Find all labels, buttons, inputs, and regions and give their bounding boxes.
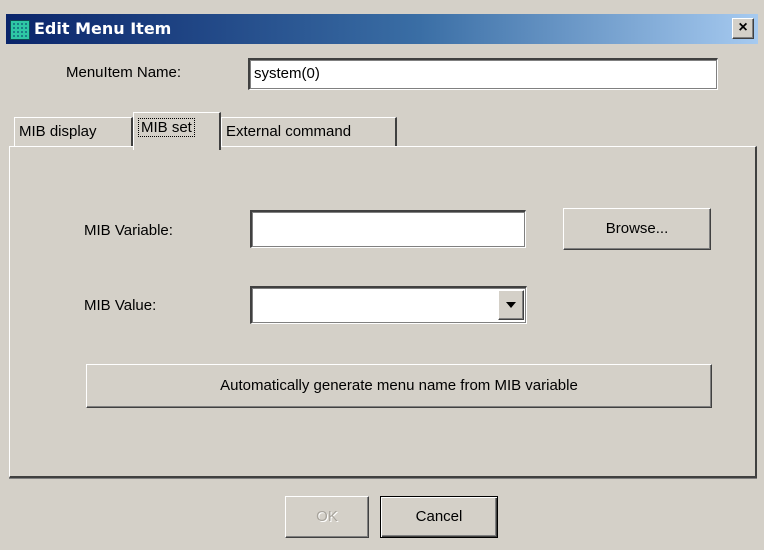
ok-button[interactable]: OK	[285, 496, 369, 538]
edit-menu-item-dialog: Edit Menu Item × MenuItem Name: system(0…	[0, 0, 764, 550]
tab-external-command-label: External command	[226, 123, 352, 140]
title-bar[interactable]: Edit Menu Item ×	[6, 14, 758, 44]
mib-value-dropdown-button[interactable]	[498, 290, 524, 320]
menu-item-name-label: MenuItem Name:	[66, 64, 182, 81]
window-title: Edit Menu Item	[34, 19, 172, 38]
cancel-button[interactable]: Cancel	[380, 496, 498, 538]
tab-mib-display[interactable]: MIB display	[14, 117, 133, 147]
tab-mib-set[interactable]: MIB set	[133, 112, 221, 150]
mib-variable-label: MIB Variable:	[84, 222, 173, 239]
auto-generate-name-button[interactable]: Automatically generate menu name from MI…	[86, 364, 712, 408]
mib-value-select[interactable]	[250, 286, 527, 324]
browse-button[interactable]: Browse...	[563, 208, 711, 250]
close-button[interactable]: ×	[732, 18, 754, 39]
mib-variable-input[interactable]	[250, 210, 526, 248]
menu-item-name-input[interactable]: system(0)	[248, 58, 718, 90]
tab-mib-set-label: MIB set	[138, 118, 195, 137]
tab-external-command[interactable]: External command	[221, 117, 397, 147]
tab-mib-display-label: MIB display	[19, 123, 97, 140]
chevron-down-icon	[506, 302, 516, 308]
footer-divider	[9, 478, 757, 479]
grid-app-icon	[10, 20, 30, 40]
mib-value-label: MIB Value:	[84, 297, 157, 314]
